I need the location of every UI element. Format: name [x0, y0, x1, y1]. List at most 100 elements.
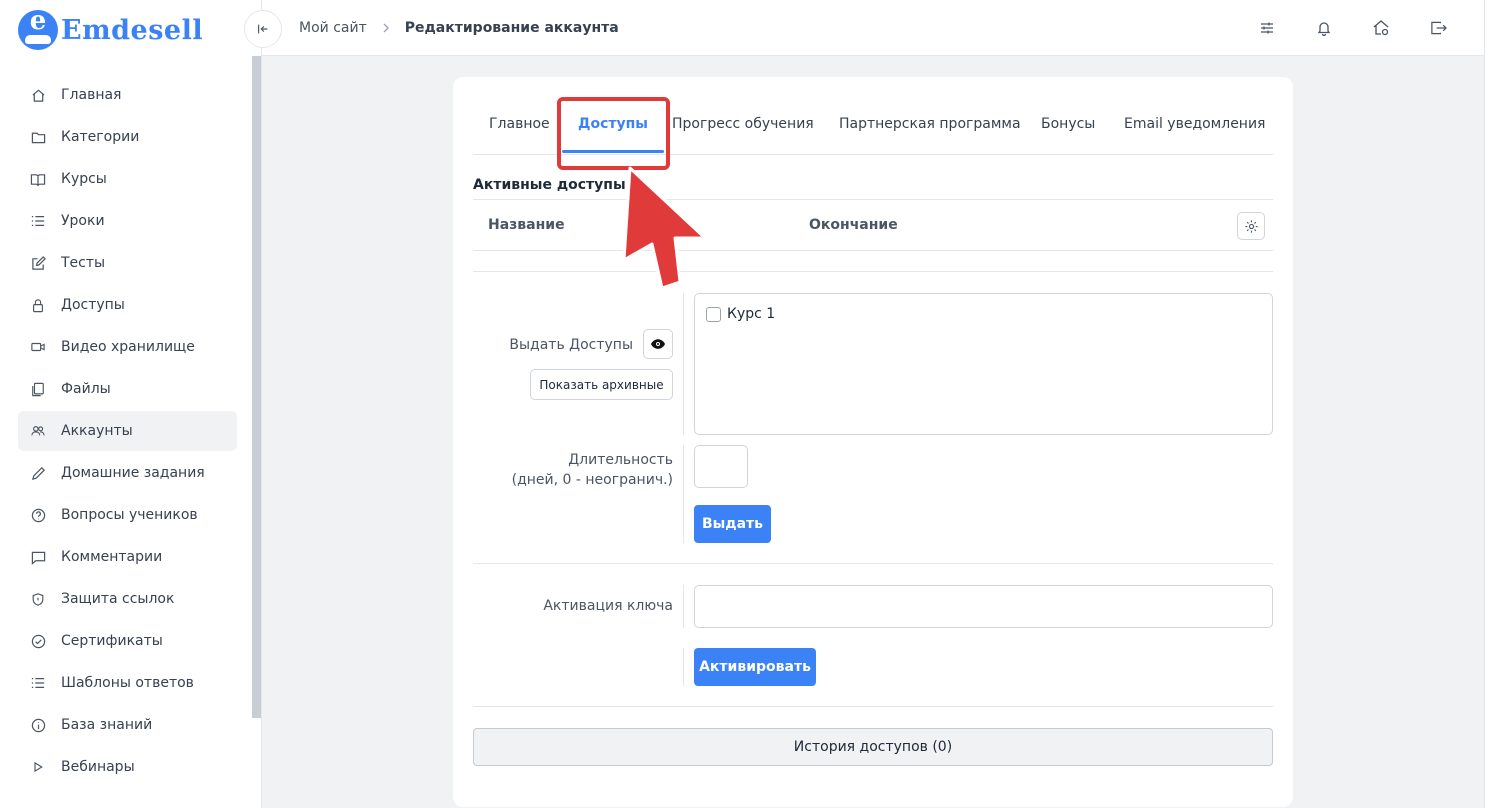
sidebar-item-label: Защита ссылок — [61, 591, 175, 607]
activation-key-input[interactable] — [694, 585, 1273, 628]
collapse-icon — [258, 24, 268, 34]
play-icon — [30, 759, 46, 775]
home-settings-icon[interactable] — [1371, 18, 1391, 38]
sliders-icon[interactable] — [1257, 18, 1277, 38]
collapse-sidebar-button[interactable] — [244, 10, 282, 48]
sidebar-item-label: Курсы — [61, 171, 107, 187]
active-access-title: Активные доступы — [473, 177, 626, 193]
column-name: Название — [488, 217, 565, 233]
duration-label-line-1: Длительность — [568, 452, 673, 468]
sidebar-item-label: Аккаунты — [61, 423, 133, 439]
list-icon — [30, 675, 46, 691]
sidebar-item-categories[interactable]: Категории — [18, 117, 237, 157]
home-icon — [30, 87, 46, 103]
course-label: Курс 1 — [727, 306, 776, 322]
logo-glyph: e — [29, 10, 47, 36]
sidebar-item-lessons[interactable]: Уроки — [18, 201, 237, 241]
sidebar-item-label: Файлы — [61, 381, 111, 397]
sidebar-item-video[interactable]: Видео хранилище — [18, 327, 237, 367]
duration-input[interactable] — [694, 445, 748, 488]
sidebar-item-access[interactable]: Доступы — [18, 285, 237, 325]
logo-mark-icon: e — [18, 10, 58, 50]
tab-email-notifications[interactable]: Email уведомления — [1124, 101, 1265, 155]
sidebar-item-reply-templates[interactable]: Шаблоны ответов — [18, 663, 237, 703]
sidebar-item-label: Категории — [61, 129, 140, 145]
highlight-annotation — [557, 97, 670, 170]
sidebar-item-label: Видео хранилище — [61, 339, 195, 355]
access-history-button[interactable]: История доступов (0) — [473, 728, 1273, 766]
window-edge — [1484, 0, 1488, 808]
field-separator — [683, 648, 684, 686]
table-settings-button[interactable] — [1237, 212, 1265, 240]
lock-icon — [30, 297, 46, 313]
sidebar-item-home[interactable]: Главная — [18, 75, 237, 115]
sidebar-item-label: Шаблоны ответов — [61, 675, 194, 691]
divider — [473, 563, 1273, 564]
grant-button[interactable]: Выдать — [694, 505, 771, 543]
files-icon — [30, 381, 46, 397]
sidebar-item-tests[interactable]: Тесты — [18, 243, 237, 283]
chevron-right-icon — [381, 23, 391, 33]
logo[interactable]: e Emdesell — [18, 10, 203, 50]
sidebar-item-label: База знаний — [61, 717, 153, 733]
field-separator — [683, 293, 684, 435]
duration-label: Длительность (дней, 0 - неогранич.) — [473, 450, 673, 490]
sidebar-item-certificates[interactable]: Сертификаты — [18, 621, 237, 661]
sidebar-item-courses[interactable]: Курсы — [18, 159, 237, 199]
divider — [473, 271, 1273, 272]
toggle-visibility-button[interactable] — [643, 329, 673, 359]
folder-icon — [30, 129, 46, 145]
header-actions — [1220, 0, 1448, 56]
sidebar-item-comments[interactable]: Комментарии — [18, 537, 237, 577]
bell-icon[interactable] — [1314, 18, 1334, 38]
pencil-icon — [30, 465, 46, 481]
top-header: Мой сайт Редактирование аккаунта — [244, 0, 1484, 56]
tab-progress[interactable]: Прогресс обучения — [672, 101, 814, 155]
courses-list: Курс 1 — [694, 293, 1273, 435]
sidebar-item-label: Доступы — [61, 297, 125, 313]
key-activation-label: Активация ключа — [543, 598, 673, 614]
logout-icon[interactable] — [1428, 18, 1448, 38]
sidebar-item-questions[interactable]: Вопросы учеников — [18, 495, 237, 535]
sidebar-item-label: Комментарии — [61, 549, 163, 565]
sidebar-item-files[interactable]: Файлы — [18, 369, 237, 409]
sidebar-item-homework[interactable]: Домашние задания — [18, 453, 237, 493]
tab-partner-program[interactable]: Партнерская программа — [839, 101, 1021, 155]
divider — [473, 706, 1273, 707]
activate-button[interactable]: Активировать — [694, 648, 816, 686]
shield-icon — [30, 591, 46, 607]
sidebar-item-label: Домашние задания — [61, 465, 205, 481]
sidebar-item-accounts[interactable]: Аккаунты — [18, 411, 237, 451]
sidebar-item-webinars[interactable]: Вебинары — [18, 747, 237, 787]
sidebar-scrollbar[interactable] — [252, 56, 261, 718]
course-option[interactable]: Курс 1 — [706, 306, 775, 322]
column-end: Окончание — [809, 217, 898, 233]
breadcrumb: Мой сайт Редактирование аккаунта — [299, 0, 619, 56]
course-checkbox[interactable] — [706, 306, 721, 322]
list-icon — [30, 213, 46, 229]
tab-main[interactable]: Главное — [489, 101, 550, 155]
sidebar-item-label: Тесты — [61, 255, 106, 271]
logo-text: Emdesell — [61, 14, 204, 46]
sidebar-item-label: Уроки — [61, 213, 105, 229]
sidebar-nav: Главная Категории Курсы Уроки Тесты Дост… — [18, 75, 237, 789]
sidebar-item-label: Вопросы учеников — [61, 507, 198, 523]
grant-access-label: Выдать Доступы — [509, 337, 633, 353]
sidebar-item-knowledge-base[interactable]: База знаний — [18, 705, 237, 745]
duration-label-line-2: (дней, 0 - неогранич.) — [511, 472, 673, 488]
info-icon — [30, 717, 46, 733]
edit-icon — [30, 255, 46, 271]
breadcrumb-parent-link[interactable]: Мой сайт — [299, 20, 367, 36]
sidebar-item-label: Сертификаты — [61, 633, 163, 649]
question-icon — [30, 507, 46, 523]
tab-bonuses[interactable]: Бонусы — [1041, 101, 1095, 155]
book-icon — [30, 171, 46, 187]
breadcrumb-current: Редактирование аккаунта — [404, 20, 619, 36]
field-separator — [683, 445, 684, 543]
sidebar-item-label: Вебинары — [61, 759, 135, 775]
sidebar-item-link-protection[interactable]: Защита ссылок — [18, 579, 237, 619]
sidebar: e Emdesell Главная Категории Курсы Уроки… — [0, 0, 262, 808]
field-separator — [683, 585, 684, 628]
show-archived-button[interactable]: Показать архивные — [530, 369, 673, 400]
active-access-table-header: Название Окончание — [473, 199, 1273, 251]
